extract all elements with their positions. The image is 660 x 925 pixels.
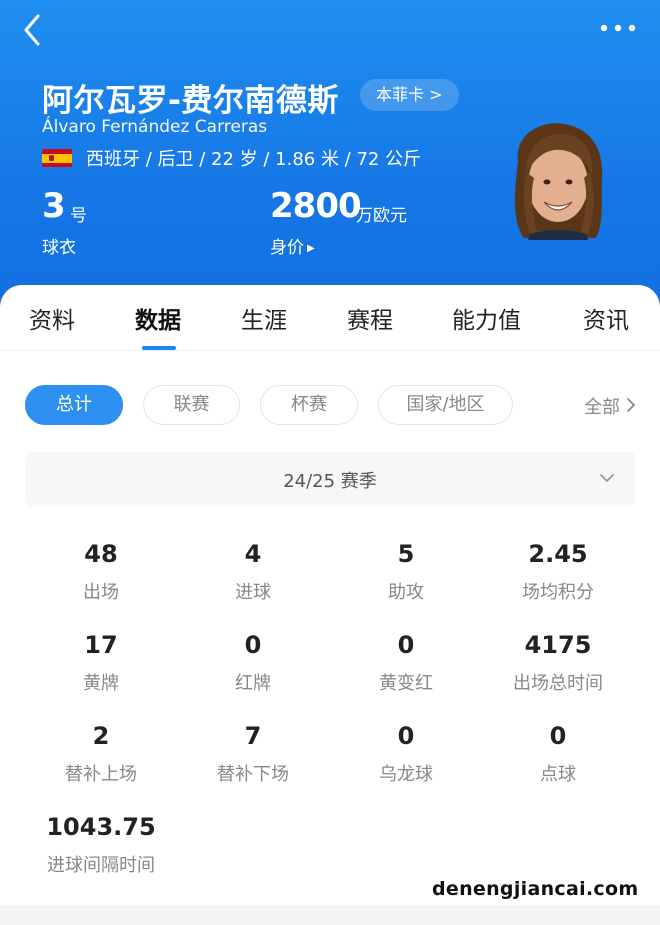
market-value-label: 身价 <box>270 238 304 258</box>
chevron-down-icon <box>600 474 614 482</box>
stat-label: 点球 <box>540 764 576 785</box>
stat-label: 黄牌 <box>83 673 119 694</box>
stat-item: 2.45 场均积分 <box>482 540 634 604</box>
stat-value: 7 <box>244 722 262 750</box>
filter-chips: 总计 联赛 杯赛 国家/地区 全部 <box>0 385 660 425</box>
jersey-label: 球衣 <box>42 238 76 258</box>
tab-profile[interactable]: 资料 <box>29 301 75 335</box>
stat-item: 1043.75 进球间隔时间 <box>25 813 177 877</box>
stat-item: 0 点球 <box>482 722 634 786</box>
tab-schedule[interactable]: 赛程 <box>347 301 393 335</box>
stat-label: 黄变红 <box>379 673 433 694</box>
stat-value: 4175 <box>524 631 592 659</box>
stat-label: 乌龙球 <box>379 764 433 785</box>
back-arrow-icon[interactable] <box>18 12 48 48</box>
spain-flag-icon <box>42 149 72 167</box>
chevron-right-icon <box>627 398 635 412</box>
chip-total[interactable]: 总计 <box>25 385 123 425</box>
more-dots-icon[interactable] <box>598 18 638 38</box>
stat-item: 48 出场 <box>25 540 177 604</box>
all-filter-label: 全部 <box>584 397 620 418</box>
player-name: 阿尔瓦罗-费尔南德斯 <box>42 83 339 119</box>
stat-label: 红牌 <box>235 673 271 694</box>
stat-value: 48 <box>84 540 118 568</box>
player-info-row: 西班牙 / 后卫 / 22 岁 / 1.86 米 / 72 公斤 <box>42 146 421 170</box>
club-card-button[interactable]: 本菲卡 > <box>360 79 459 111</box>
chip-national[interactable]: 国家/地区 <box>378 385 513 425</box>
stat-value: 0 <box>549 722 567 750</box>
stat-value: 5 <box>397 540 415 568</box>
jersey-number: 3 <box>42 186 66 226</box>
stat-item: 5 助攻 <box>330 540 482 604</box>
market-value: 2800 <box>270 186 362 226</box>
jersey-unit: 号 <box>70 206 87 226</box>
stat-item: 0 乌龙球 <box>330 722 482 786</box>
player-header: 阿尔瓦罗-费尔南德斯 本菲卡 > Álvaro Fernández Carrer… <box>0 0 660 310</box>
player-info-text: 西班牙 / 后卫 / 22 岁 / 1.86 米 / 72 公斤 <box>86 149 422 170</box>
tab-bar: 资料 数据 生涯 赛程 能力值 资讯 <box>0 285 660 351</box>
chip-league[interactable]: 联赛 <box>143 385 240 425</box>
all-filter-button[interactable]: 全部 <box>584 393 636 419</box>
stat-label: 进球 <box>235 582 271 603</box>
tab-ability[interactable]: 能力值 <box>452 301 521 335</box>
watermark: denengjiancai.com <box>432 878 639 900</box>
stat-value: 0 <box>244 631 262 659</box>
tab-career[interactable]: 生涯 <box>241 301 287 335</box>
stat-value: 17 <box>84 631 118 659</box>
content-panel: 资料 数据 生涯 赛程 能力值 资讯 总计 联赛 杯赛 国家/地区 全部 24/… <box>0 285 660 925</box>
stat-value: 2 <box>92 722 110 750</box>
stat-label: 场均积分 <box>522 582 594 603</box>
bottom-divider <box>0 905 660 925</box>
market-value-link[interactable]: 身价 ▶ <box>270 233 315 258</box>
stat-value: 1043.75 <box>46 813 156 841</box>
chip-cup[interactable]: 杯赛 <box>260 385 358 425</box>
player-avatar <box>514 123 603 240</box>
stat-value: 0 <box>397 631 415 659</box>
stat-item: 17 黄牌 <box>25 631 177 695</box>
tab-news[interactable]: 资讯 <box>583 301 629 335</box>
stat-item: 4 进球 <box>177 540 329 604</box>
stat-label: 进球间隔时间 <box>47 855 155 876</box>
caret-right-icon: ▶ <box>307 243 315 254</box>
season-label: 24/25 赛季 <box>283 471 377 492</box>
stat-item: 0 红牌 <box>177 631 329 695</box>
stat-label: 出场 <box>83 582 119 603</box>
player-latin-name: Álvaro Fernández Carreras <box>42 117 268 137</box>
stat-item: 2 替补上场 <box>25 722 177 786</box>
season-selector[interactable]: 24/25 赛季 <box>25 452 635 506</box>
tab-stats[interactable]: 数据 <box>135 301 181 335</box>
stat-value: 0 <box>397 722 415 750</box>
stat-label: 助攻 <box>388 582 424 603</box>
market-value-unit: 万欧元 <box>356 206 407 226</box>
stat-value: 4 <box>244 540 262 568</box>
stat-value: 2.45 <box>528 540 588 568</box>
stat-label: 出场总时间 <box>513 673 603 694</box>
stat-label: 替补下场 <box>217 764 289 785</box>
stat-item: 7 替补下场 <box>177 722 329 786</box>
active-tab-indicator <box>142 346 176 350</box>
stat-item: 0 黄变红 <box>330 631 482 695</box>
stat-label: 替补上场 <box>65 764 137 785</box>
stat-item: 4175 出场总时间 <box>482 631 634 695</box>
